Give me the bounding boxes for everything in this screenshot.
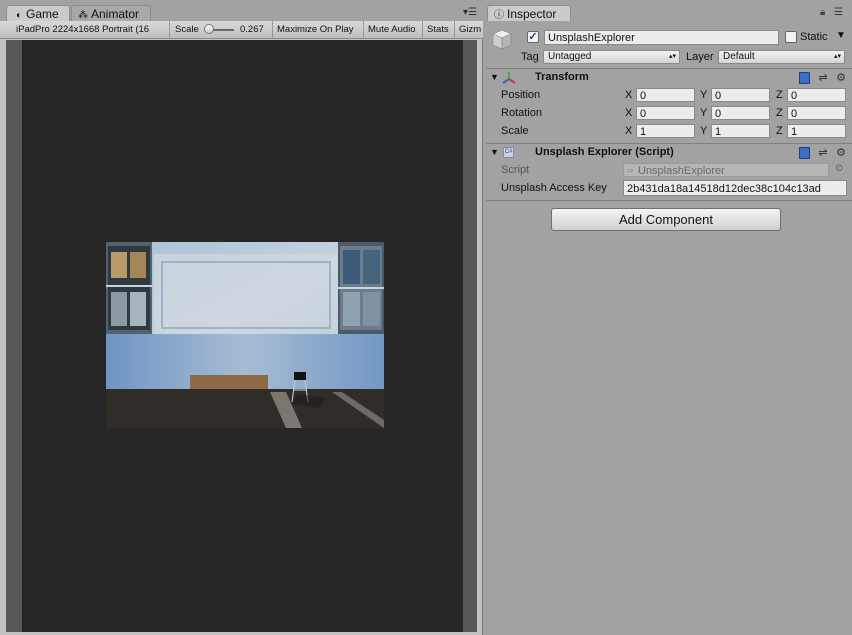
- scale-control: Scale 0.267: [170, 21, 273, 38]
- position-x-field[interactable]: 0: [636, 88, 695, 102]
- inspector-menu-icon[interactable]: ☰: [834, 7, 843, 18]
- mute-audio-toggle[interactable]: Mute Audio: [364, 21, 423, 38]
- scale-z-field[interactable]: 1: [787, 124, 846, 138]
- tag-value: Untagged: [548, 51, 592, 62]
- scale-x-field[interactable]: 1: [636, 124, 695, 138]
- position-z-label[interactable]: Z: [776, 88, 783, 102]
- position-y-field[interactable]: 0: [711, 88, 770, 102]
- help-book-icon[interactable]: [799, 72, 810, 84]
- preset-icon[interactable]: ⇌: [817, 147, 829, 159]
- tab-inspector[interactable]: ⓘ Inspector: [487, 5, 571, 22]
- static-dropdown-arrow[interactable]: ▼: [836, 30, 846, 41]
- access-key-label: Unsplash Access Key: [501, 182, 607, 194]
- divider: [486, 143, 852, 144]
- access-key-field[interactable]: 2b431da18a14518d12dec38c104c13ad: [623, 180, 847, 196]
- position-z-field[interactable]: 0: [787, 88, 846, 102]
- inspector-panel: ✓ UnsplashExplorer Static ▼ Tag Untagged…: [486, 21, 852, 635]
- game-canvas: [22, 40, 463, 632]
- gear-icon[interactable]: ⚙: [835, 147, 847, 159]
- tag-dropdown[interactable]: Untagged ▴▾: [543, 50, 680, 64]
- game-view[interactable]: [6, 40, 477, 632]
- rotation-z-label[interactable]: Z: [776, 106, 783, 120]
- help-book-icon[interactable]: [799, 147, 810, 159]
- mute-audio-label: Mute Audio: [368, 24, 416, 35]
- layer-dropdown[interactable]: Default ▴▾: [718, 50, 845, 64]
- tab-inspector-label: Inspector: [507, 7, 557, 21]
- gizmos-label: Gizm: [459, 24, 482, 35]
- tab-game[interactable]: ◖ Game: [6, 5, 70, 22]
- script-component-header[interactable]: ▼ C# Unsplash Explorer (Script) ⇌ ⚙: [486, 145, 852, 162]
- preset-icon[interactable]: ⇌: [817, 72, 829, 84]
- active-checkbox[interactable]: ✓: [527, 31, 539, 43]
- scale-value: 0.267: [240, 24, 264, 35]
- tab-animator[interactable]: ⁂ Animator: [71, 5, 151, 22]
- divider: [486, 200, 852, 201]
- transform-axes-icon: [502, 71, 516, 85]
- position-x-label[interactable]: X: [625, 88, 632, 102]
- rotation-x-field[interactable]: 0: [636, 106, 695, 120]
- game-panel: iPadPro 2224x1668 Portrait (16 Scale 0.2…: [0, 21, 483, 635]
- static-label: Static: [800, 31, 828, 43]
- position-y-label[interactable]: Y: [700, 88, 707, 102]
- gizmos-toggle[interactable]: Gizm: [455, 21, 483, 38]
- maximize-on-play-label: Maximize On Play: [277, 24, 354, 35]
- layer-label: Layer: [686, 51, 714, 63]
- scale-y-field[interactable]: 1: [711, 124, 770, 138]
- object-picker-icon[interactable]: ⊙: [835, 163, 843, 174]
- add-component-button[interactable]: Add Component: [551, 208, 781, 231]
- tab-animator-label: Animator: [91, 7, 140, 21]
- tag-label: Tag: [521, 51, 539, 63]
- object-name-field[interactable]: UnsplashExplorer: [544, 30, 779, 45]
- photo-graphic: [106, 242, 384, 428]
- game-panel-menu-icon[interactable]: ▾☰: [463, 7, 477, 18]
- script-label: Script: [501, 164, 530, 176]
- stats-label: Stats: [427, 24, 449, 35]
- script-file-icon: ⇨: [627, 166, 634, 175]
- chevron-updown-icon: ▴▾: [833, 53, 841, 60]
- script-reference-field: ⇨ UnsplashExplorer: [623, 163, 829, 177]
- rotation-y-field[interactable]: 0: [711, 106, 770, 120]
- foldout-arrow-icon[interactable]: ▼: [490, 147, 499, 157]
- stats-toggle[interactable]: Stats: [423, 21, 455, 38]
- maximize-on-play-toggle[interactable]: Maximize On Play: [273, 21, 364, 38]
- resolution-dropdown[interactable]: iPadPro 2224x1668 Portrait (16: [10, 21, 170, 38]
- unsplash-photo: [106, 242, 384, 428]
- transform-header[interactable]: ▼ Transform ⇌ ⚙: [486, 70, 852, 87]
- game-toolbar: iPadPro 2224x1668 Portrait (16 Scale 0.2…: [0, 21, 483, 39]
- transform-title: Transform: [535, 71, 589, 83]
- scale-label: Scale: [501, 125, 529, 137]
- scale-y-label[interactable]: Y: [700, 124, 707, 138]
- lock-icon[interactable]: 🔒︎: [820, 7, 825, 18]
- scale-z-label[interactable]: Z: [776, 124, 783, 138]
- script-enabled-checkbox[interactable]: C#: [503, 147, 514, 158]
- script-title: Unsplash Explorer (Script): [535, 146, 674, 158]
- divider: [486, 68, 852, 69]
- rotation-z-field[interactable]: 0: [787, 106, 846, 120]
- scale-x-label[interactable]: X: [625, 124, 632, 138]
- rotation-label: Rotation: [501, 107, 542, 119]
- resolution-label: iPadPro 2224x1668 Portrait (16: [16, 24, 150, 35]
- scale-label: Scale: [175, 24, 199, 35]
- foldout-arrow-icon[interactable]: ▼: [490, 72, 499, 82]
- chevron-updown-icon: ▴▾: [668, 53, 676, 60]
- position-label: Position: [501, 89, 541, 101]
- gameobject-icon: [492, 29, 512, 51]
- script-reference-value: UnsplashExplorer: [638, 165, 725, 177]
- tab-game-label: Game: [26, 7, 59, 21]
- rotation-y-label[interactable]: Y: [700, 106, 707, 120]
- scale-slider-thumb[interactable]: [204, 24, 214, 34]
- layer-value: Default: [723, 51, 755, 62]
- static-checkbox[interactable]: [785, 31, 797, 43]
- rotation-x-label[interactable]: X: [625, 106, 632, 120]
- gear-icon[interactable]: ⚙: [835, 72, 847, 84]
